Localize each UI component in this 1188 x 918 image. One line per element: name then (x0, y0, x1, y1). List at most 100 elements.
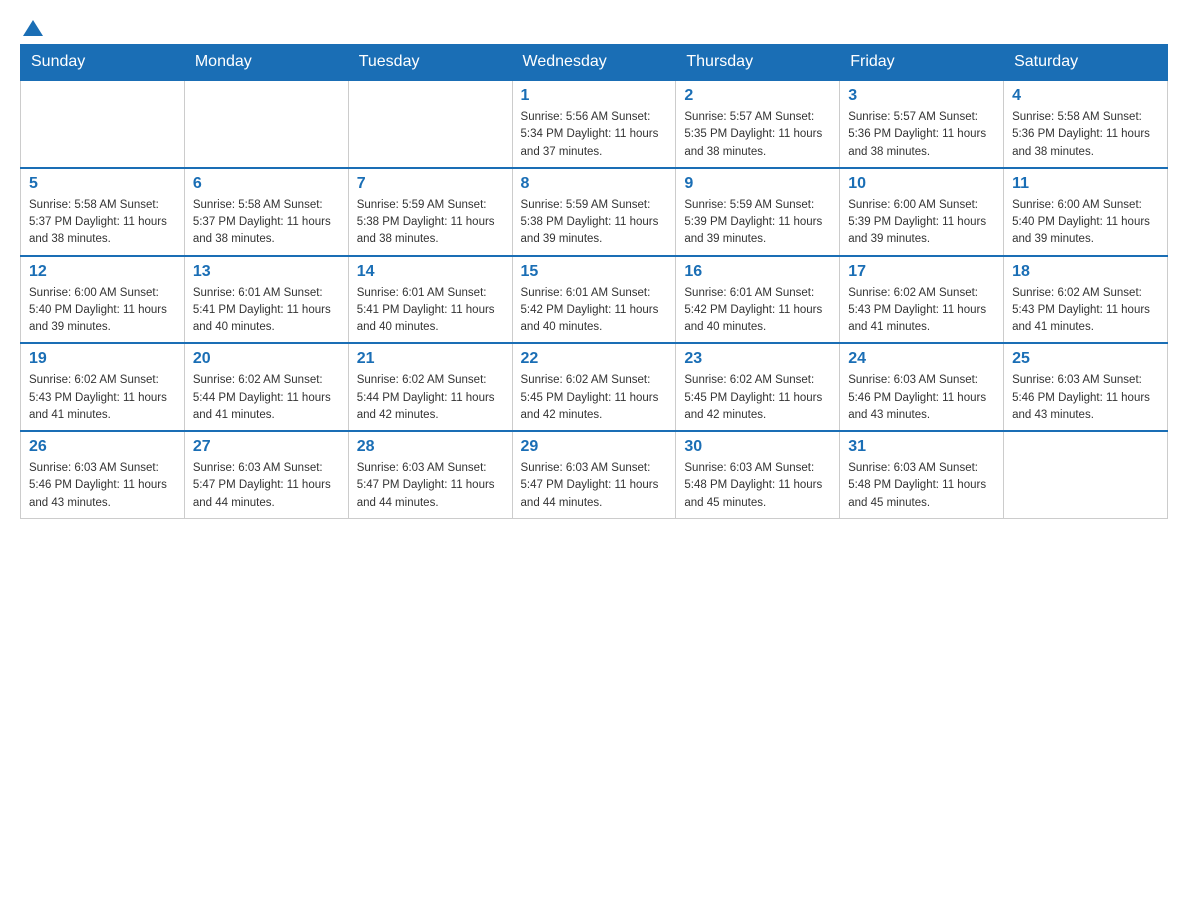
day-info: Sunrise: 6:02 AM Sunset: 5:43 PM Dayligh… (848, 285, 995, 337)
calendar-cell: 27 Sunrise: 6:03 AM Sunset: 5:47 PM Dayli… (184, 431, 348, 518)
day-info: Sunrise: 6:02 AM Sunset: 5:45 PM Dayligh… (521, 372, 668, 424)
day-number: 26 (29, 438, 176, 456)
day-number: 15 (521, 263, 668, 281)
calendar-cell: 19 Sunrise: 6:02 AM Sunset: 5:43 PM Dayli… (21, 343, 185, 431)
calendar-week-row: 19 Sunrise: 6:02 AM Sunset: 5:43 PM Dayli… (21, 343, 1168, 431)
day-number: 20 (193, 350, 340, 368)
calendar-cell (348, 80, 512, 168)
day-info: Sunrise: 6:03 AM Sunset: 5:47 PM Dayligh… (357, 460, 504, 512)
calendar-header-row: Sunday Monday Tuesday Wednesday Thursday… (21, 45, 1168, 81)
header-wednesday: Wednesday (512, 45, 676, 81)
calendar-week-row: 5 Sunrise: 5:58 AM Sunset: 5:37 PM Daylig… (21, 168, 1168, 256)
calendar-cell: 17 Sunrise: 6:02 AM Sunset: 5:43 PM Dayli… (840, 256, 1004, 344)
day-number: 4 (1012, 87, 1159, 105)
day-info: Sunrise: 6:02 AM Sunset: 5:44 PM Dayligh… (357, 372, 504, 424)
day-info: Sunrise: 6:03 AM Sunset: 5:46 PM Dayligh… (848, 372, 995, 424)
logo-triangle (23, 20, 43, 36)
page-header (20, 20, 1168, 34)
day-info: Sunrise: 6:03 AM Sunset: 5:48 PM Dayligh… (684, 460, 831, 512)
day-number: 2 (684, 87, 831, 105)
day-info: Sunrise: 5:59 AM Sunset: 5:39 PM Dayligh… (684, 197, 831, 249)
calendar-cell: 15 Sunrise: 6:01 AM Sunset: 5:42 PM Dayli… (512, 256, 676, 344)
calendar-cell: 3Sunrise: 5:57 AM Sunset: 5:36 PM Daylig… (840, 80, 1004, 168)
calendar-cell: 7 Sunrise: 5:59 AM Sunset: 5:38 PM Daylig… (348, 168, 512, 256)
day-info: Sunrise: 6:02 AM Sunset: 5:43 PM Dayligh… (29, 372, 176, 424)
calendar-cell: 25 Sunrise: 6:03 AM Sunset: 5:46 PM Dayli… (1004, 343, 1168, 431)
calendar-cell: 4 Sunrise: 5:58 AM Sunset: 5:36 PM Daylig… (1004, 80, 1168, 168)
day-info: Sunrise: 6:00 AM Sunset: 5:40 PM Dayligh… (1012, 197, 1159, 249)
day-info: Sunrise: 5:56 AM Sunset: 5:34 PM Dayligh… (521, 109, 668, 161)
day-number: 18 (1012, 263, 1159, 281)
day-info: Sunrise: 6:03 AM Sunset: 5:48 PM Dayligh… (848, 460, 995, 512)
calendar-cell (184, 80, 348, 168)
day-info: Sunrise: 6:03 AM Sunset: 5:47 PM Dayligh… (521, 460, 668, 512)
day-info: Sunrise: 6:00 AM Sunset: 5:40 PM Dayligh… (29, 285, 176, 337)
day-info: Sunrise: 6:03 AM Sunset: 5:46 PM Dayligh… (29, 460, 176, 512)
day-number: 10 (848, 175, 995, 193)
day-info: Sunrise: 6:03 AM Sunset: 5:47 PM Dayligh… (193, 460, 340, 512)
day-number: 14 (357, 263, 504, 281)
day-number: 8 (521, 175, 668, 193)
day-number: 13 (193, 263, 340, 281)
calendar-cell: 5 Sunrise: 5:58 AM Sunset: 5:37 PM Daylig… (21, 168, 185, 256)
day-info: Sunrise: 5:58 AM Sunset: 5:37 PM Dayligh… (193, 197, 340, 249)
calendar-cell: 13 Sunrise: 6:01 AM Sunset: 5:41 PM Dayli… (184, 256, 348, 344)
calendar-cell (21, 80, 185, 168)
calendar-cell: 16 Sunrise: 6:01 AM Sunset: 5:42 PM Dayli… (676, 256, 840, 344)
calendar-cell: 2Sunrise: 5:57 AM Sunset: 5:35 PM Daylig… (676, 80, 840, 168)
day-info: Sunrise: 6:01 AM Sunset: 5:42 PM Dayligh… (684, 285, 831, 337)
day-info: Sunrise: 6:01 AM Sunset: 5:41 PM Dayligh… (357, 285, 504, 337)
day-number: 11 (1012, 175, 1159, 193)
calendar-cell (1004, 431, 1168, 518)
header-saturday: Saturday (1004, 45, 1168, 81)
header-tuesday: Tuesday (348, 45, 512, 81)
day-number: 30 (684, 438, 831, 456)
day-info: Sunrise: 6:02 AM Sunset: 5:44 PM Dayligh… (193, 372, 340, 424)
calendar-week-row: 26 Sunrise: 6:03 AM Sunset: 5:46 PM Dayli… (21, 431, 1168, 518)
day-number: 19 (29, 350, 176, 368)
day-info: Sunrise: 5:59 AM Sunset: 5:38 PM Dayligh… (357, 197, 504, 249)
calendar-week-row: 1Sunrise: 5:56 AM Sunset: 5:34 PM Daylig… (21, 80, 1168, 168)
calendar-cell: 8 Sunrise: 5:59 AM Sunset: 5:38 PM Daylig… (512, 168, 676, 256)
day-number: 6 (193, 175, 340, 193)
header-sunday: Sunday (21, 45, 185, 81)
day-number: 31 (848, 438, 995, 456)
calendar-cell: 31 Sunrise: 6:03 AM Sunset: 5:48 PM Dayli… (840, 431, 1004, 518)
day-number: 25 (1012, 350, 1159, 368)
calendar-cell: 24Sunrise: 6:03 AM Sunset: 5:46 PM Dayli… (840, 343, 1004, 431)
calendar-cell: 6 Sunrise: 5:58 AM Sunset: 5:37 PM Daylig… (184, 168, 348, 256)
calendar-cell: 30 Sunrise: 6:03 AM Sunset: 5:48 PM Dayli… (676, 431, 840, 518)
calendar-cell: 1Sunrise: 5:56 AM Sunset: 5:34 PM Daylig… (512, 80, 676, 168)
day-number: 12 (29, 263, 176, 281)
day-number: 7 (357, 175, 504, 193)
calendar-cell: 14 Sunrise: 6:01 AM Sunset: 5:41 PM Dayli… (348, 256, 512, 344)
day-info: Sunrise: 6:03 AM Sunset: 5:46 PM Dayligh… (1012, 372, 1159, 424)
calendar-cell: 9Sunrise: 5:59 AM Sunset: 5:39 PM Daylig… (676, 168, 840, 256)
header-friday: Friday (840, 45, 1004, 81)
day-info: Sunrise: 6:01 AM Sunset: 5:41 PM Dayligh… (193, 285, 340, 337)
calendar-cell: 12 Sunrise: 6:00 AM Sunset: 5:40 PM Dayli… (21, 256, 185, 344)
day-number: 3 (848, 87, 995, 105)
day-info: Sunrise: 6:02 AM Sunset: 5:45 PM Dayligh… (684, 372, 831, 424)
day-info: Sunrise: 6:00 AM Sunset: 5:39 PM Dayligh… (848, 197, 995, 249)
calendar-table: Sunday Monday Tuesday Wednesday Thursday… (20, 44, 1168, 519)
header-thursday: Thursday (676, 45, 840, 81)
calendar-cell: 28 Sunrise: 6:03 AM Sunset: 5:47 PM Dayli… (348, 431, 512, 518)
calendar-cell: 18 Sunrise: 6:02 AM Sunset: 5:43 PM Dayli… (1004, 256, 1168, 344)
day-info: Sunrise: 5:59 AM Sunset: 5:38 PM Dayligh… (521, 197, 668, 249)
calendar-cell: 22 Sunrise: 6:02 AM Sunset: 5:45 PM Dayli… (512, 343, 676, 431)
day-number: 22 (521, 350, 668, 368)
day-info: Sunrise: 6:01 AM Sunset: 5:42 PM Dayligh… (521, 285, 668, 337)
day-info: Sunrise: 5:58 AM Sunset: 5:36 PM Dayligh… (1012, 109, 1159, 161)
calendar-cell: 11 Sunrise: 6:00 AM Sunset: 5:40 PM Dayli… (1004, 168, 1168, 256)
day-number: 16 (684, 263, 831, 281)
day-number: 21 (357, 350, 504, 368)
day-number: 17 (848, 263, 995, 281)
calendar-cell: 23Sunrise: 6:02 AM Sunset: 5:45 PM Dayli… (676, 343, 840, 431)
day-number: 5 (29, 175, 176, 193)
day-number: 28 (357, 438, 504, 456)
day-number: 27 (193, 438, 340, 456)
day-info: Sunrise: 5:58 AM Sunset: 5:37 PM Dayligh… (29, 197, 176, 249)
calendar-cell: 10 Sunrise: 6:00 AM Sunset: 5:39 PM Dayli… (840, 168, 1004, 256)
day-info: Sunrise: 6:02 AM Sunset: 5:43 PM Dayligh… (1012, 285, 1159, 337)
